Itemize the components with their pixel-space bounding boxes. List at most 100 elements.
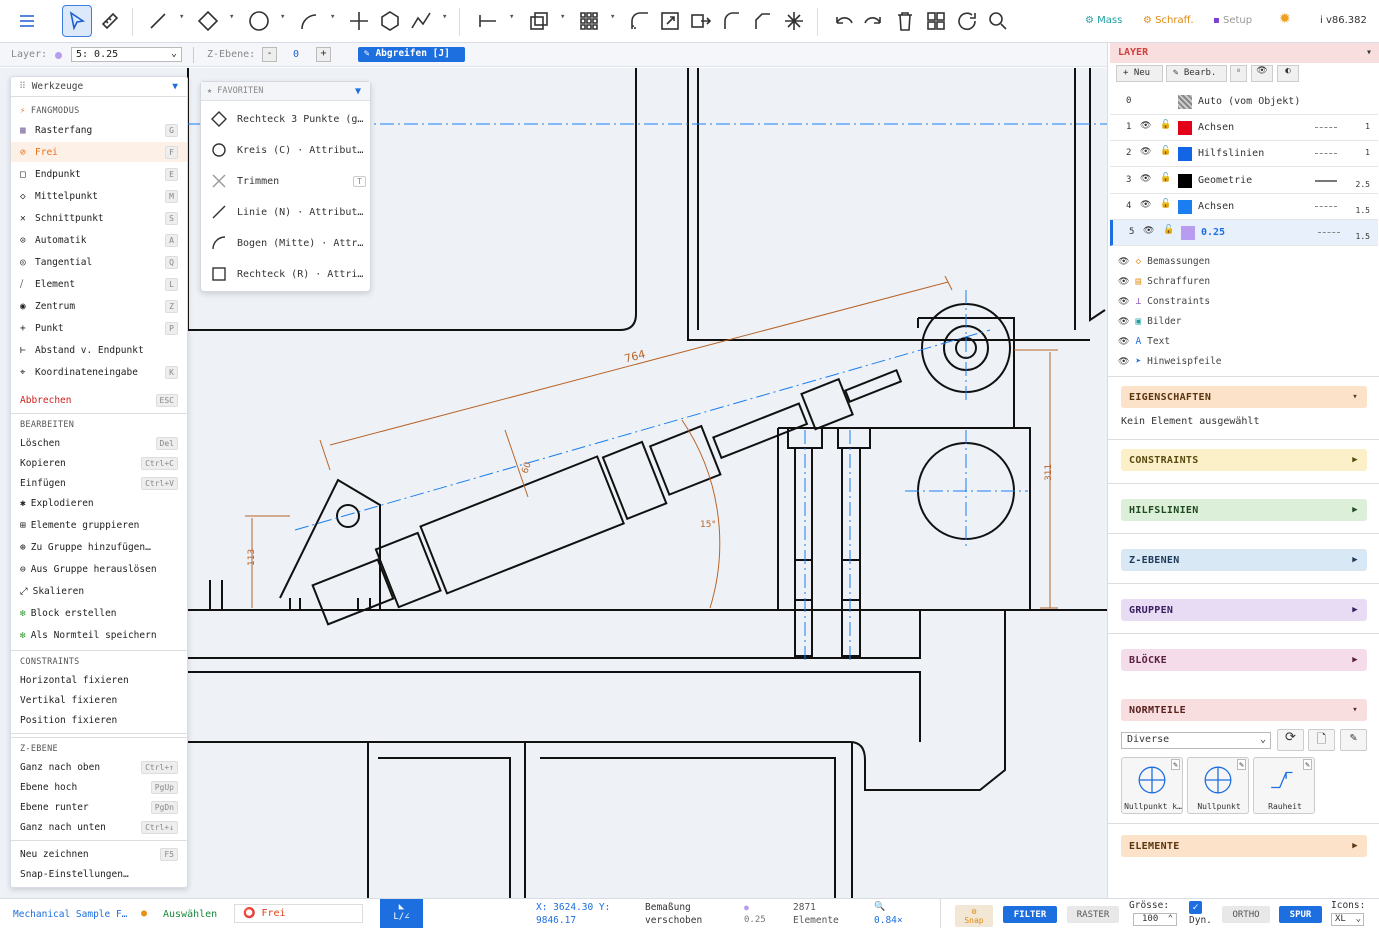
trash-icon[interactable] bbox=[890, 5, 920, 37]
eye-icon[interactable]: 👁 bbox=[1118, 297, 1129, 307]
edit-item[interactable]: ❇ Als Normteil speichern bbox=[11, 625, 187, 645]
layer-row[interactable]: 0 Auto (vom Objekt) bbox=[1110, 89, 1378, 115]
panel-header[interactable]: CONSTRAINTS ▶ bbox=[1108, 439, 1379, 471]
edit-item[interactable]: Löschen Del bbox=[11, 433, 187, 453]
lock-icon[interactable]: 🔓 bbox=[1160, 146, 1171, 156]
explode-tool-button[interactable] bbox=[779, 5, 809, 37]
layer-row[interactable]: 5 👁 🔓 0.25 1.5 bbox=[1110, 220, 1378, 246]
undo-icon[interactable] bbox=[829, 5, 859, 37]
normteil-item[interactable]: ✎ Rauheit bbox=[1253, 757, 1315, 814]
snap-item[interactable]: ▦ Rasterfang G bbox=[11, 120, 187, 140]
polygon-tool-button[interactable] bbox=[375, 5, 405, 37]
eye-icon[interactable]: 👁 bbox=[1118, 257, 1129, 267]
snap-item[interactable]: ◇ Mittelpunkt M bbox=[11, 186, 187, 206]
eye-icon[interactable]: 👁 bbox=[1143, 226, 1154, 236]
setup-button[interactable]: ▪ Setup bbox=[1213, 15, 1252, 26]
mass-button[interactable]: ⚙ Mass bbox=[1085, 15, 1122, 26]
object-visibility-row[interactable]: 👁 ▣ Bilder bbox=[1118, 316, 1182, 327]
chevron-down-icon[interactable]: ▾ bbox=[442, 12, 447, 22]
polyline-tool-button[interactable] bbox=[406, 5, 436, 37]
scale-tool-button[interactable] bbox=[655, 5, 685, 37]
copy-tool-button[interactable] bbox=[524, 5, 554, 37]
select-tool-button[interactable] bbox=[62, 5, 92, 37]
file-add-icon[interactable]: 🗋 bbox=[1308, 729, 1335, 751]
chevron-down-icon[interactable]: ▾ bbox=[229, 12, 234, 22]
eye-icon[interactable]: 👁 bbox=[1118, 317, 1129, 327]
layer-color-swatch[interactable] bbox=[1178, 121, 1192, 135]
normteile-panel-header[interactable]: NORMTEILE ▾ bbox=[1121, 699, 1367, 721]
eye-icon[interactable]: 👁 bbox=[1118, 357, 1129, 367]
chevron-down-icon[interactable]: ▾ bbox=[610, 12, 615, 22]
snap-item[interactable]: + Punkt P bbox=[11, 318, 187, 338]
layer-select[interactable]: 5: 0.25 ⌄ bbox=[71, 47, 182, 62]
search-icon[interactable] bbox=[983, 5, 1013, 37]
constraint-item[interactable]: Horizontal fixieren bbox=[11, 670, 187, 690]
object-visibility-row[interactable]: 👁 A Text bbox=[1118, 336, 1170, 347]
snap-item[interactable]: ◉ Zentrum Z bbox=[11, 296, 187, 316]
object-visibility-row[interactable]: 👁 ◇ Bemassungen bbox=[1118, 256, 1210, 267]
layer-color-swatch[interactable] bbox=[1178, 147, 1192, 161]
raster-toggle[interactable]: RASTER bbox=[1067, 906, 1119, 923]
eye-icon[interactable]: 👁 bbox=[1118, 337, 1129, 347]
favorite-item[interactable]: Kreis (C) · Attribut… bbox=[211, 139, 366, 161]
filter-icon[interactable]: ▼ bbox=[355, 86, 361, 97]
ortho-toggle[interactable]: ORTHO bbox=[1222, 906, 1270, 923]
refresh-icon[interactable]: ⟳ bbox=[1277, 729, 1304, 751]
tools-menu-header[interactable]: ⠿ Werkzeuge ▼ bbox=[11, 77, 187, 97]
object-visibility-row[interactable]: 👁 ⊥ Constraints bbox=[1118, 296, 1210, 307]
edit-item[interactable]: Einfügen Ctrl+V bbox=[11, 473, 187, 493]
layer-lock-button[interactable]: ⏸ bbox=[1230, 65, 1247, 82]
edit-item[interactable]: ✱ Explodieren bbox=[11, 493, 187, 513]
edit-item[interactable]: Kopieren Ctrl+C bbox=[11, 453, 187, 473]
chevron-down-icon[interactable]: ▾ bbox=[509, 12, 514, 22]
favorite-item[interactable]: Rechteck 3 Punkte (g… bbox=[211, 108, 366, 130]
measure-tool-button[interactable] bbox=[95, 5, 125, 37]
eye-icon[interactable]: 👁 bbox=[1118, 277, 1129, 287]
pencil-icon[interactable]: ✎ bbox=[1340, 729, 1367, 751]
layer-panel-header[interactable]: LAYER ▾ bbox=[1110, 43, 1379, 63]
edit-item[interactable]: ⊖ Aus Gruppe herauslösen bbox=[11, 559, 187, 579]
abbrechen-item[interactable]: Abbrechen ESC bbox=[11, 390, 187, 410]
schraff-button[interactable]: ⚙ Schraff. bbox=[1143, 15, 1194, 26]
eye-icon[interactable]: 👁 bbox=[1140, 174, 1151, 184]
snap-item[interactable]: ⊘ Frei F bbox=[11, 142, 187, 162]
layer-row[interactable]: 4 👁 🔓 Achsen 1.5 bbox=[1110, 194, 1378, 220]
ortho-angle-button[interactable]: ◣ L/∠ bbox=[380, 899, 423, 928]
array-tool-button[interactable] bbox=[574, 5, 604, 37]
spur-toggle[interactable]: SPUR bbox=[1279, 906, 1322, 923]
snap-item[interactable]: ⊢ Abstand v. Endpunkt bbox=[11, 340, 187, 360]
layer-row[interactable]: 3 👁 🔓 Geometrie 2.5 bbox=[1110, 168, 1378, 194]
arc-tool-button[interactable] bbox=[294, 5, 324, 37]
panel-header[interactable]: GRUPPEN ▶ bbox=[1108, 583, 1379, 621]
edit-item[interactable]: ❇ Block erstellen bbox=[11, 603, 187, 623]
favorite-item[interactable]: Bogen (Mitte) · Attr… bbox=[211, 232, 366, 254]
zebene-item[interactable]: Ganz nach oben Ctrl+↑ bbox=[11, 757, 187, 777]
snap-item[interactable]: ⧸ Element L bbox=[11, 274, 187, 294]
edit-item[interactable]: ⤢ Skalieren bbox=[11, 581, 187, 601]
filter-icon[interactable]: ▼ bbox=[172, 81, 178, 92]
panel-header[interactable]: HILFSLINIEN ▶ bbox=[1108, 483, 1379, 521]
zebene-item[interactable]: Ganz nach unten Ctrl+↓ bbox=[11, 817, 187, 837]
layer-color-swatch[interactable] bbox=[1178, 174, 1192, 188]
theme-sun-icon[interactable]: ✹ bbox=[1279, 11, 1291, 27]
eye-icon[interactable]: 👁 bbox=[1140, 200, 1151, 210]
layer-color-swatch[interactable] bbox=[1178, 200, 1192, 214]
snap-mode-indicator[interactable]: ⭕ Frei bbox=[234, 904, 363, 923]
object-visibility-row[interactable]: 👁 ➤ Hinweispfeile bbox=[1118, 356, 1222, 367]
normteil-item[interactable]: ✎ Nullpunkt bbox=[1187, 757, 1249, 814]
filter-toggle[interactable]: FILTER bbox=[1003, 906, 1057, 923]
edit-item[interactable]: ⊕ Zu Gruppe hinzufügen… bbox=[11, 537, 187, 557]
layer-edit-button[interactable]: ✎ Bearb. bbox=[1166, 65, 1227, 82]
edit-item[interactable]: ⊞ Elemente gruppieren bbox=[11, 515, 187, 535]
zebene-item[interactable]: Ebene hoch PgUp bbox=[11, 777, 187, 797]
eye-icon[interactable]: 👁 bbox=[1251, 65, 1273, 82]
snap-item[interactable]: ⊙ Automatik A bbox=[11, 230, 187, 250]
snap-item[interactable]: ✕ Schnittpunkt S bbox=[11, 208, 187, 228]
chevron-down-icon[interactable]: ▾ bbox=[280, 12, 285, 22]
abgreifen-button[interactable]: ✎ Abgreifen [J] bbox=[358, 47, 465, 62]
zebene-plus-button[interactable]: + bbox=[316, 47, 331, 62]
constraint-item[interactable]: Vertikal fixieren bbox=[11, 690, 187, 710]
zebene-item[interactable]: Ebene runter PgDn bbox=[11, 797, 187, 817]
eye-icon[interactable]: 👁 bbox=[1140, 121, 1151, 131]
chamfer-tool-button[interactable] bbox=[717, 5, 747, 37]
